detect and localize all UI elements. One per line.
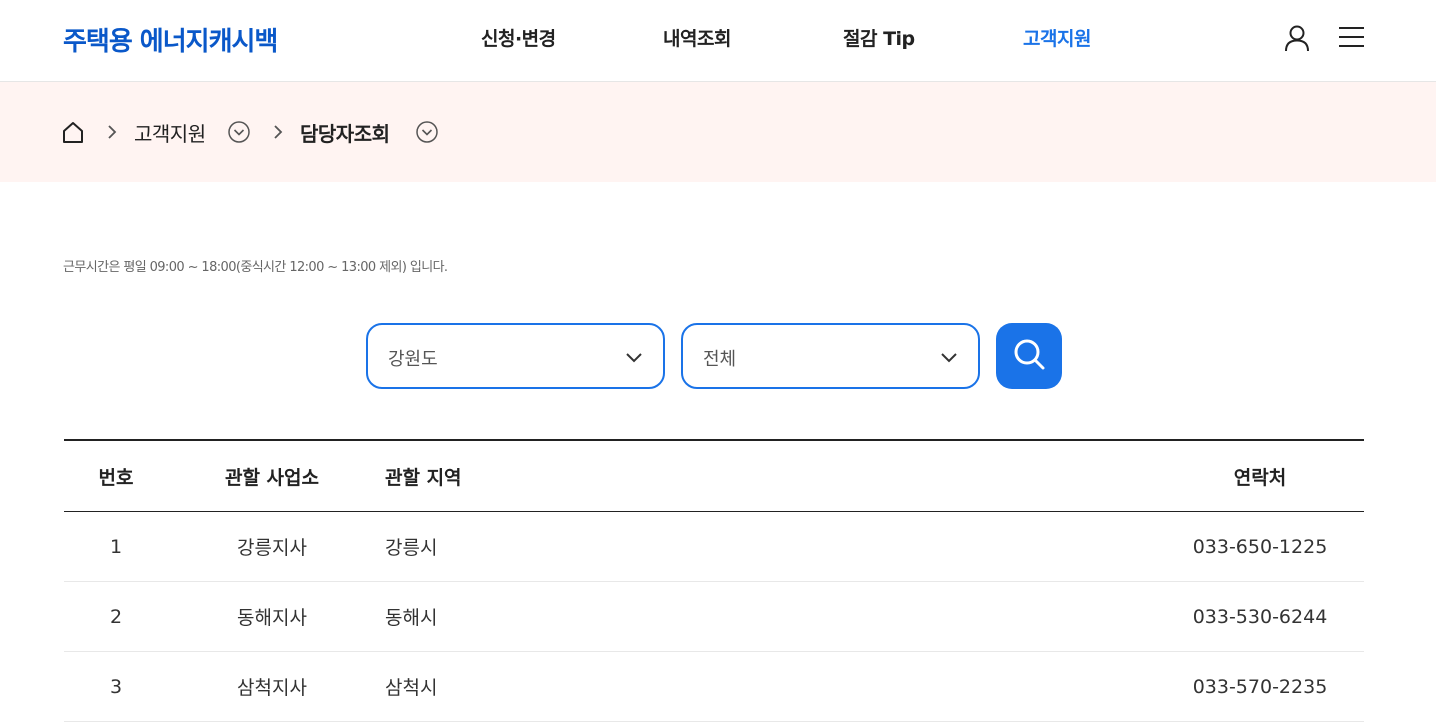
site-header: 주택용 에너지캐시백 신청·변경 내역조회 절감 Tip 고객지원 — [0, 0, 1436, 82]
chevron-down-circle-icon[interactable] — [416, 82, 438, 182]
table-row: 2 동해지사 동해시 033-530-6244 — [64, 582, 1364, 652]
row-office: 동해지사 — [237, 607, 307, 629]
header-tel: 연락처 — [1233, 466, 1287, 489]
breadcrumb-level1-label: 고객지원 — [134, 121, 206, 146]
header-office: 관할 사업소 — [224, 466, 319, 489]
main-nav: 신청·변경 내역조회 절감 Tip 고객지원 — [0, 24, 1436, 54]
user-icon[interactable] — [1283, 24, 1311, 56]
row-area: 강릉시 — [385, 537, 438, 559]
chevron-down-circle-icon[interactable] — [228, 82, 250, 182]
region-select[interactable]: 강원도 — [366, 323, 665, 389]
home-icon[interactable] — [62, 82, 84, 182]
nav-item-history[interactable]: 내역조회 — [663, 24, 731, 51]
search-icon — [1012, 337, 1046, 375]
nav-item-support[interactable]: 고객지원 — [1023, 24, 1091, 51]
district-select[interactable]: 전체 — [681, 323, 980, 389]
header-no: 번호 — [98, 466, 134, 489]
working-hours-notice: 근무시간은 평일 09:00 ~ 18:00(중식시간 12:00 ~ 13:0… — [63, 260, 448, 275]
nav-item-apply[interactable]: 신청·변경 — [481, 24, 556, 51]
row-no: 2 — [109, 605, 123, 628]
breadcrumb: 고객지원 담당자조회 — [0, 82, 1436, 182]
menu-icon[interactable] — [1338, 26, 1365, 52]
row-area: 동해시 — [385, 607, 438, 629]
row-office: 강릉지사 — [237, 537, 307, 559]
row-no: 1 — [109, 535, 123, 558]
table-row: 3 삼척지사 삼척시 033-570-2235 — [64, 652, 1364, 722]
row-tel: 033-530-6244 — [1192, 605, 1328, 628]
chevron-right-icon — [106, 82, 118, 182]
chevron-right-icon — [272, 82, 284, 182]
district-select-value: 전체 — [703, 349, 737, 370]
search-button[interactable] — [996, 323, 1062, 389]
nav-item-tips[interactable]: 절감 Tip — [843, 24, 915, 51]
breadcrumb-level1[interactable]: 고객지원 — [134, 82, 206, 182]
manager-table: 번호 관할 사업소 관할 지역 연락처 1 강릉지사 강릉시 033-650-1… — [64, 439, 1364, 722]
header-area: 관할 지역 — [385, 466, 462, 489]
chevron-down-icon — [940, 349, 958, 368]
region-select-value: 강원도 — [388, 349, 438, 370]
breadcrumb-level2[interactable]: 담당자조회 — [300, 82, 390, 182]
chevron-down-icon — [625, 349, 643, 368]
table-row: 1 강릉지사 강릉시 033-650-1225 — [64, 512, 1364, 582]
row-tel: 033-650-1225 — [1192, 535, 1328, 558]
table-header: 번호 관할 사업소 관할 지역 연락처 — [64, 441, 1364, 512]
breadcrumb-level2-label: 담당자조회 — [300, 121, 390, 146]
